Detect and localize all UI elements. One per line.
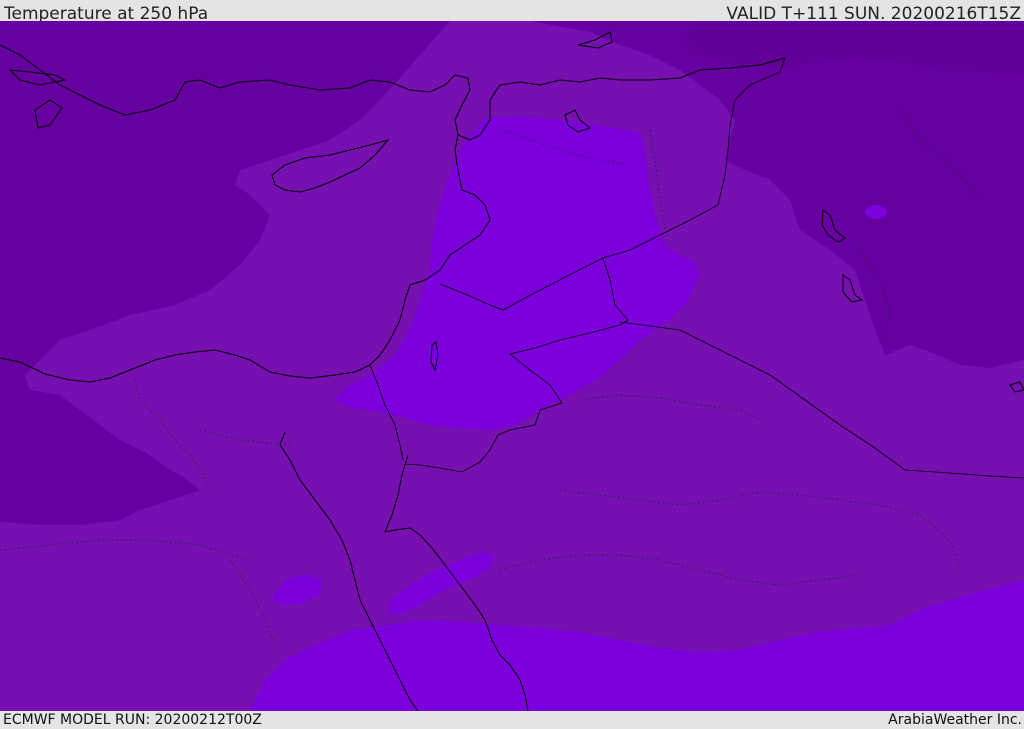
credit: ArabiaWeather Inc.: [888, 712, 1022, 728]
cold-blob-iraq: [865, 205, 887, 219]
model-run: ECMWF MODEL RUN: 20200212T00Z: [3, 712, 262, 728]
map-canvas: [0, 21, 1024, 711]
footer-bar: ECMWF MODEL RUN: 20200212T00Z ArabiaWeat…: [0, 711, 1024, 729]
header-bar: Temperature at 250 hPa VALID T+111 SUN. …: [0, 0, 1024, 24]
weather-map[interactable]: [0, 21, 1024, 711]
